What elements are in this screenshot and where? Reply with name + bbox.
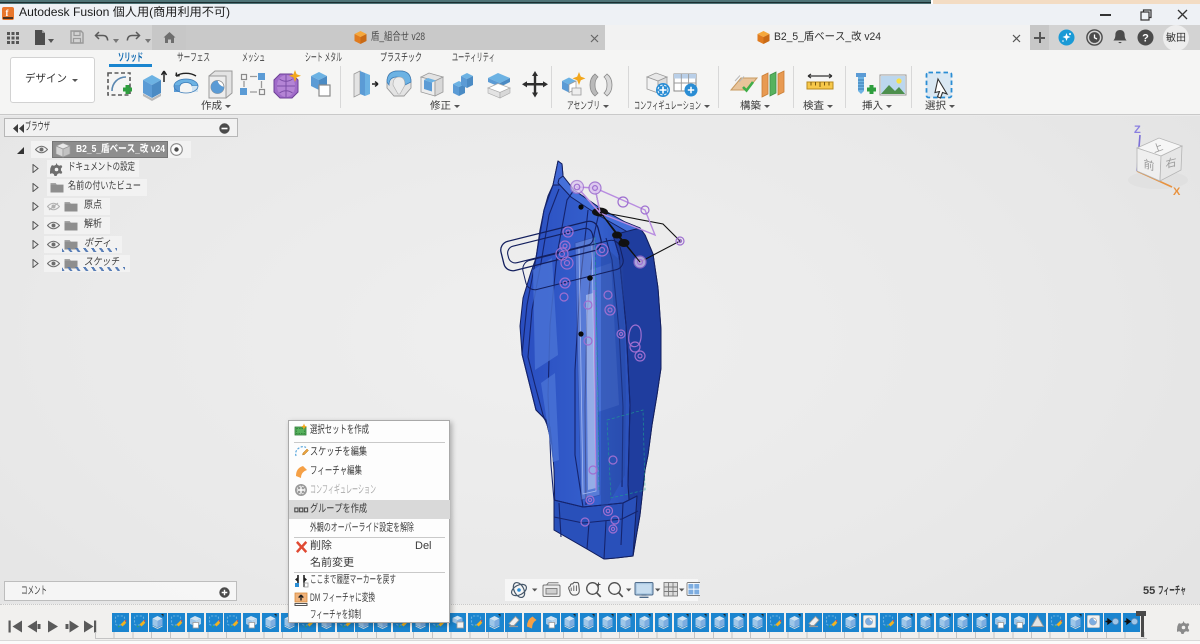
svg-text:?: ? <box>1142 33 1149 45</box>
svg-text:Z: Z <box>1134 124 1141 136</box>
svg-text:X: X <box>1173 186 1181 198</box>
svg-text:右: 右 <box>1165 154 1176 173</box>
